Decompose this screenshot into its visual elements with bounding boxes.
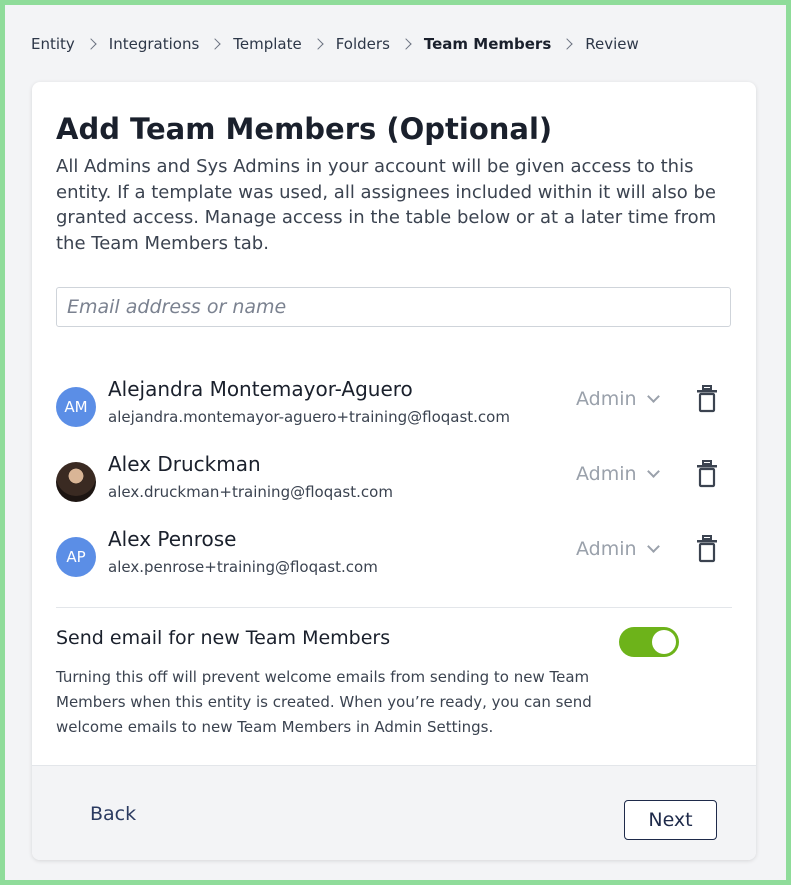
member-email: alex.druckman+training@floqast.com <box>108 483 393 501</box>
page-description: All Admins and Sys Admins in your accoun… <box>56 156 717 254</box>
breadcrumb-team-members: Team Members <box>423 35 552 53</box>
breadcrumb: Entity Integrations Template Folders Tea… <box>31 35 639 53</box>
role-value: Admin <box>576 538 637 560</box>
chevron-down-icon <box>646 540 660 553</box>
member-name: Alex Druckman <box>108 452 261 476</box>
breadcrumb-entity[interactable]: Entity <box>31 35 75 53</box>
role-dropdown[interactable]: Admin <box>576 538 660 560</box>
breadcrumb-folders[interactable]: Folders <box>336 35 390 53</box>
email-toggle-help: Turning this off will prevent welcome em… <box>56 668 592 736</box>
member-row: Alex Druckman alex.druckman+training@flo… <box>56 452 732 512</box>
breadcrumb-integrations[interactable]: Integrations <box>109 35 199 53</box>
trash-icon[interactable] <box>696 535 718 563</box>
chevron-right-icon <box>85 38 97 50</box>
trash-icon[interactable] <box>696 460 718 488</box>
team-members-card: Add Team Members (Optional) All Admins a… <box>32 82 756 860</box>
trash-icon[interactable] <box>696 385 718 413</box>
app-frame: Entity Integrations Template Folders Tea… <box>5 5 786 880</box>
email-toggle-label: Send email for new Team Members <box>56 627 391 649</box>
member-search-input[interactable] <box>56 287 731 327</box>
chevron-right-icon <box>209 38 221 50</box>
member-email: alex.penrose+training@floqast.com <box>108 558 378 576</box>
avatar: AM <box>56 387 96 427</box>
role-dropdown[interactable]: Admin <box>576 388 660 410</box>
member-name: Alex Penrose <box>108 527 237 551</box>
chevron-right-icon <box>561 38 573 50</box>
role-value: Admin <box>576 388 637 410</box>
member-name: Alejandra Montemayor-Aguero <box>108 377 413 401</box>
card-footer: Back Next <box>32 765 756 860</box>
avatar: AP <box>56 537 96 577</box>
role-dropdown[interactable]: Admin <box>576 463 660 485</box>
member-row: AM Alejandra Montemayor-Aguero alejandra… <box>56 377 732 437</box>
back-button[interactable]: Back <box>90 803 136 825</box>
toggle-knob <box>652 630 676 654</box>
send-email-toggle[interactable] <box>619 627 679 657</box>
chevron-right-icon <box>312 38 324 50</box>
member-row: AP Alex Penrose alex.penrose+training@fl… <box>56 527 732 587</box>
breadcrumb-review[interactable]: Review <box>585 35 639 53</box>
role-value: Admin <box>576 463 637 485</box>
member-email: alejandra.montemayor-aguero+training@flo… <box>108 408 510 426</box>
chevron-down-icon <box>646 390 660 403</box>
chevron-down-icon <box>646 465 660 478</box>
chevron-right-icon <box>400 38 412 50</box>
section-divider <box>56 607 732 608</box>
avatar <box>56 462 96 502</box>
page-title: Add Team Members (Optional) <box>56 112 553 146</box>
next-button[interactable]: Next <box>624 800 717 840</box>
breadcrumb-template[interactable]: Template <box>233 35 301 53</box>
